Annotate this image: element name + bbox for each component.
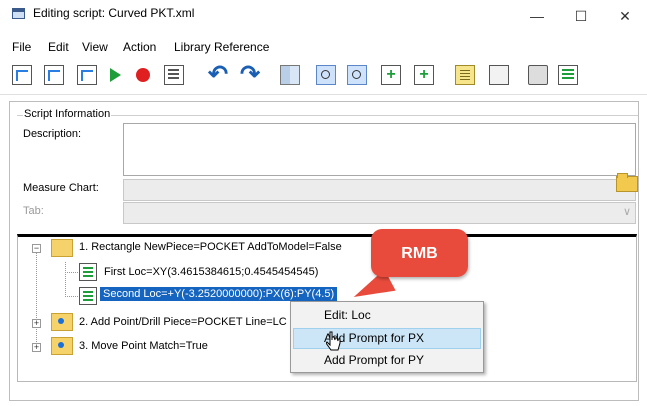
redo-icon[interactable]: ↷ <box>240 63 260 87</box>
menu-bar: File Edit View Action Library Reference <box>0 36 647 58</box>
script-book-icon[interactable] <box>12 65 32 85</box>
close-button[interactable]: ✕ <box>603 2 647 30</box>
script-information-group-title: Script Information <box>23 108 112 120</box>
tree-guide-line <box>65 262 66 297</box>
edit-icon[interactable] <box>489 65 509 85</box>
menu-file[interactable]: File <box>12 40 31 54</box>
export-icon[interactable] <box>77 65 97 85</box>
measure-chart-label: Measure Chart: <box>23 182 99 194</box>
menu-edit[interactable]: Edit <box>48 40 69 54</box>
import-icon[interactable] <box>44 65 64 85</box>
rectangle-step-icon <box>51 239 73 257</box>
zoom-out-icon[interactable] <box>347 65 367 85</box>
undo-icon[interactable]: ↶ <box>208 63 228 87</box>
menu-action[interactable]: Action <box>123 40 156 54</box>
window-title: Editing script: Curved PKT.xml <box>33 6 195 20</box>
properties-icon[interactable] <box>558 65 578 85</box>
add-substep-icon[interactable]: + <box>414 65 434 85</box>
print-icon[interactable] <box>528 65 548 85</box>
record-icon[interactable] <box>136 68 150 82</box>
menu-item-add-prompt-py[interactable]: Add Prompt for PY <box>324 353 424 367</box>
point-step-icon <box>79 263 97 281</box>
tree-row-add-point[interactable]: 2. Add Point/Drill Piece=POCKET Line=LC <box>79 316 287 336</box>
menu-item-edit-loc[interactable]: Edit: Loc <box>324 308 371 322</box>
notes-icon[interactable] <box>455 65 475 85</box>
maximize-button[interactable]: ☐ <box>559 2 603 30</box>
move-point-step-icon <box>51 337 73 355</box>
expand-toggle[interactable]: + <box>32 343 41 352</box>
title-bar: Editing script: Curved PKT.xml — ☐ ✕ <box>0 0 647 36</box>
tree-row-first[interactable]: First Loc=XY(3.4615384615;0.4545454545) <box>104 266 318 286</box>
add-point-step-icon <box>51 313 73 331</box>
app-window-icon <box>12 8 25 19</box>
tree-guide-line <box>65 272 78 273</box>
grid-icon[interactable] <box>280 65 300 85</box>
context-menu: Edit: Loc Add Prompt for PX Add Prompt f… <box>290 301 484 373</box>
folder-icon[interactable] <box>616 173 638 192</box>
menu-library-reference[interactable]: Library Reference <box>174 40 269 54</box>
collapse-toggle[interactable]: − <box>32 244 41 253</box>
minimize-button[interactable]: — <box>515 2 559 30</box>
chevron-down-icon: ∨ <box>622 206 631 218</box>
tree-row-second-label: Second Loc=+Y(-3.2520000000):PX(6):PY(4.… <box>100 287 338 301</box>
rmb-callout-text: RMB <box>401 245 438 262</box>
description-label: Description: <box>23 128 82 140</box>
list-icon[interactable] <box>164 65 184 85</box>
tree-guide-line <box>65 296 78 297</box>
tree-guide-line <box>36 250 37 350</box>
tree-row-move-point[interactable]: 3. Move Point Match=True <box>79 340 208 360</box>
point-step-icon <box>79 287 97 305</box>
tree-row-rectangle[interactable]: 1. Rectangle NewPiece=POCKET AddToModel=… <box>79 241 342 261</box>
pointer-cursor-icon <box>326 331 341 351</box>
tab-label: Tab: <box>23 205 44 217</box>
menu-view[interactable]: View <box>82 40 108 54</box>
expand-toggle[interactable]: + <box>32 319 41 328</box>
tab-dropdown[interactable]: ∨ <box>123 202 636 224</box>
description-field[interactable] <box>123 123 636 176</box>
play-icon[interactable] <box>110 68 121 82</box>
toolbar: ↶ ↷ + + <box>0 58 647 95</box>
add-step-icon[interactable]: + <box>381 65 401 85</box>
zoom-in-icon[interactable] <box>316 65 336 85</box>
measure-chart-dropdown[interactable]: ∨ <box>123 179 636 201</box>
